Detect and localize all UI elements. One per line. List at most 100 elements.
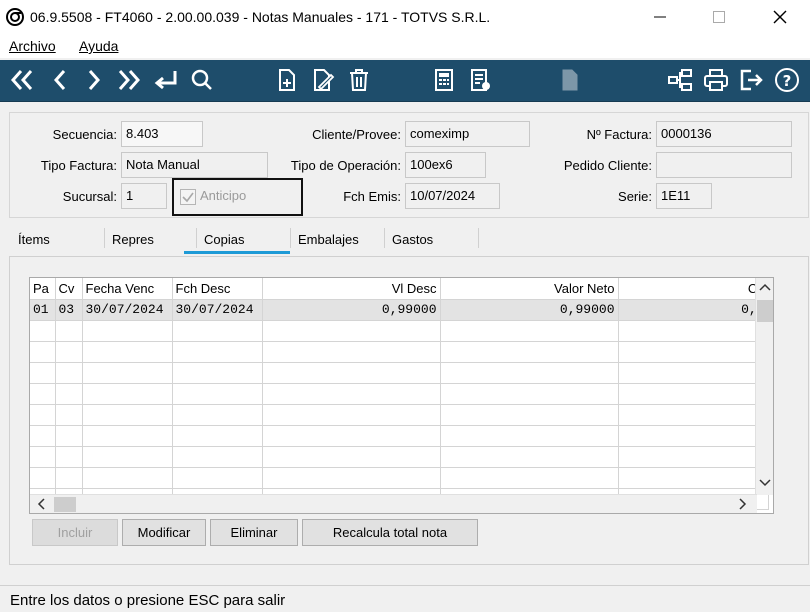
list-check-icon[interactable] [466,66,494,94]
exit-icon[interactable] [738,66,766,94]
eliminar-label: Eliminar [230,525,278,540]
eliminar-button[interactable]: Eliminar [210,519,298,546]
blank-document-icon[interactable] [556,66,584,94]
table-row[interactable] [30,404,769,426]
scroll-down-icon[interactable] [759,477,771,491]
col-header-fecha-venc[interactable]: Fecha Venc [82,278,173,300]
new-document-icon[interactable] [273,66,301,94]
tab-separator [384,228,385,248]
help-icon[interactable]: ? [773,66,801,94]
horizontal-scroll-thumb[interactable] [54,497,76,512]
nfactura-field[interactable]: 0000136 [656,121,792,147]
next-record-icon[interactable] [80,66,108,94]
app-logo-icon [6,8,24,26]
cell-vl-desc[interactable]: 0,99000 [262,299,441,321]
table-row[interactable] [30,320,769,342]
print-icon[interactable] [702,66,730,94]
table-row[interactable]: 01 03 30/07/2024 30/07/2024 0,99000 0,99… [30,299,769,321]
serie-label: Serie: [618,189,652,204]
calculator-icon[interactable] [430,66,458,94]
col-header-vl-desc[interactable]: Vl Desc [262,278,441,300]
structure-icon[interactable] [666,66,694,94]
minimize-icon[interactable] [648,5,672,29]
modificar-button[interactable]: Modificar [122,519,206,546]
copias-grid[interactable]: Pa Cv Fecha Venc Fch Desc Vl Desc Valor … [29,277,774,514]
anticipo-label: Anticipo [200,188,247,203]
first-record-icon[interactable] [8,66,36,94]
col-header-valor-neto[interactable]: Valor Neto [440,278,619,300]
fch-emis-field[interactable]: 10/07/2024 [405,183,500,209]
vertical-scrollbar[interactable] [755,278,773,495]
cliente-label: Cliente/Provee: [312,127,401,142]
sucursal-label: Sucursal: [62,189,117,204]
recalcula-label: Recalcula total nota [332,525,448,540]
tipo-operacion-label: Tipo de Operación: [290,158,401,173]
menu-ayuda[interactable]: Ayuda [79,38,118,54]
tipo-factura-label: Tipo Factura: [40,158,117,173]
secuencia-label: Secuencia: [52,127,117,142]
tipo-factura-field[interactable]: Nota Manual [121,152,268,178]
cliente-field[interactable]: comeximp [405,121,530,147]
pedido-label: Pedido Cliente: [563,158,652,173]
cell-fecha-venc[interactable]: 30/07/2024 [82,299,173,321]
menu-ayuda-label: Ayuda [79,38,119,54]
return-icon[interactable] [152,66,180,94]
scroll-up-icon[interactable] [759,281,771,295]
scroll-left-icon[interactable] [36,498,46,513]
edit-document-icon[interactable] [309,66,337,94]
cell-cv[interactable]: 03 [55,299,83,321]
modificar-label: Modificar [137,525,191,540]
anticipo-checkbox[interactable] [180,189,196,205]
status-bar: Entre los datos o presione ESC para sali… [0,585,810,612]
maximize-icon[interactable] [707,5,731,29]
col-header-cv[interactable]: Cv [55,278,83,300]
menu-bar: Archivo Ayuda [0,34,810,58]
grid-table: Pa Cv Fecha Venc Fch Desc Vl Desc Valor … [30,278,769,510]
title-bar: 06.9.5508 - FT4060 - 2.00.00.039 - Notas… [0,0,810,34]
cell-valor-neto[interactable]: 0,99000 [440,299,619,321]
recalcula-total-button[interactable]: Recalcula total nota [302,519,478,546]
tab-items[interactable]: Ítems [18,232,50,247]
toolbar: ? [0,60,810,102]
tab-bar: Ítems Repres Copias Embalajes Gastos [9,228,809,256]
table-row[interactable] [30,362,769,384]
tab-embalajes[interactable]: Embalajes [298,232,359,247]
table-row[interactable] [30,467,769,489]
tipo-operacion-field[interactable]: 100ex6 [405,152,486,178]
secuencia-field[interactable]: 8.403 [121,121,203,147]
active-tab-indicator [184,251,290,254]
table-row[interactable] [30,383,769,405]
check-icon [182,192,194,203]
col-header-pa[interactable]: Pa [30,278,56,300]
table-row[interactable] [30,341,769,363]
cell-co[interactable]: 0,9 [618,299,769,321]
tab-repres[interactable]: Repres [112,232,154,247]
nfactura-label: Nº Factura: [586,127,652,142]
pedido-field[interactable] [656,152,792,178]
menu-archivo[interactable]: Archivo [9,38,56,54]
vertical-scroll-thumb[interactable] [757,300,773,322]
tab-gastos[interactable]: Gastos [392,232,433,247]
tab-separator [478,228,479,248]
cell-pa[interactable]: 01 [30,299,56,321]
delete-icon[interactable] [345,66,373,94]
last-record-icon[interactable] [115,66,143,94]
horizontal-scrollbar[interactable] [30,494,757,513]
previous-record-icon[interactable] [46,66,74,94]
scroll-right-icon[interactable] [738,498,748,513]
search-icon[interactable] [188,66,216,94]
serie-field[interactable]: 1E11 [656,183,712,209]
close-icon[interactable] [768,5,792,29]
table-row[interactable] [30,425,769,447]
col-header-fch-desc[interactable]: Fch Desc [172,278,263,300]
fch-emis-label: Fch Emis: [343,189,401,204]
table-row[interactable] [30,446,769,468]
tab-copias[interactable]: Copias [204,232,244,247]
incluir-label: Incluir [57,525,93,540]
col-header-co[interactable]: Co [618,278,769,300]
incluir-button[interactable]: Incluir [32,519,118,546]
svg-text:?: ? [783,72,792,90]
tab-separator [290,228,291,248]
cell-fch-desc[interactable]: 30/07/2024 [172,299,263,321]
sucursal-field[interactable]: 1 [121,183,167,209]
